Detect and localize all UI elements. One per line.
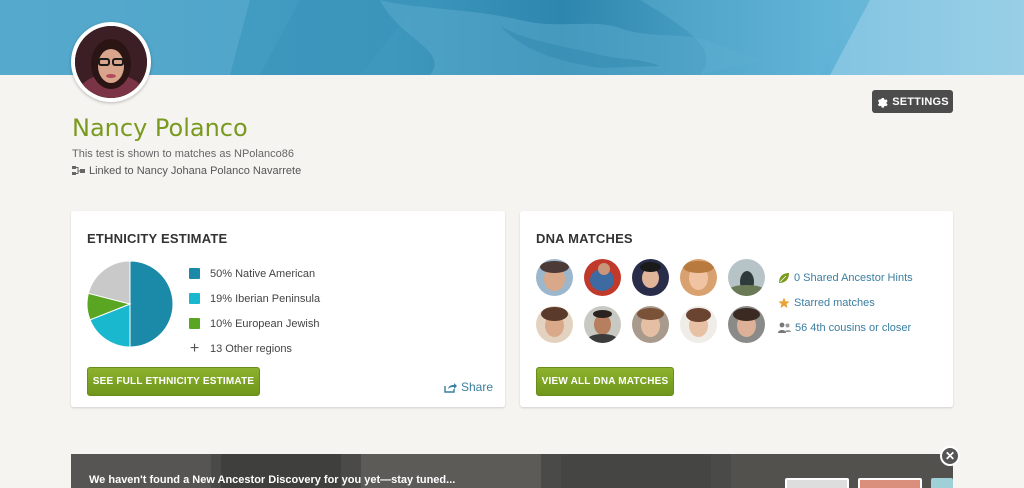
people-icon xyxy=(778,322,791,333)
linked-tree-text[interactable]: Linked to Nancy Johana Polanco Navarrete xyxy=(89,165,301,177)
ethnicity-pie-chart[interactable] xyxy=(86,260,174,348)
starred-matches-link[interactable]: Starred matches xyxy=(778,290,913,315)
match-avatar[interactable] xyxy=(632,259,669,296)
dna-matches-card: DNA MATCHES 0 Shared Ancestor Hints Star… xyxy=(520,211,953,407)
plus-icon: + xyxy=(189,340,200,357)
ethnicity-item[interactable]: 19% Iberian Peninsula xyxy=(189,286,320,311)
ethnicity-card: ETHNICITY ESTIMATE 50% Native American 1… xyxy=(71,211,505,407)
discovery-thumbnail xyxy=(785,478,849,488)
dna-matches-title: DNA MATCHES xyxy=(536,231,633,246)
match-filter-links: 0 Shared Ancestor Hints Starred matches … xyxy=(778,265,913,340)
discovery-thumbnail xyxy=(931,478,953,488)
settings-button[interactable]: SETTINGS xyxy=(872,90,953,113)
profile-avatar[interactable] xyxy=(71,22,151,102)
other-regions-label: 13 Other regions xyxy=(210,342,292,355)
view-all-dna-matches-label: VIEW ALL DNA MATCHES xyxy=(541,376,669,387)
ancestor-discovery-banner: We haven't found a New Ancestor Discover… xyxy=(71,454,953,488)
fourth-cousins-label: 56 4th cousins or closer xyxy=(795,321,912,334)
linked-tree-row[interactable]: Linked to Nancy Johana Polanco Navarrete xyxy=(72,165,301,177)
share-icon xyxy=(444,382,457,393)
match-avatar[interactable] xyxy=(584,259,621,296)
match-avatar[interactable] xyxy=(728,259,765,296)
shown-as-text: This test is shown to matches as NPolanc… xyxy=(72,148,294,160)
ethnicity-label: 19% Iberian Peninsula xyxy=(210,292,321,305)
shared-ancestor-hints-link[interactable]: 0 Shared Ancestor Hints xyxy=(778,265,913,290)
ethnicity-item[interactable]: 50% Native American xyxy=(189,261,320,286)
gear-icon xyxy=(878,97,888,108)
ethnicity-label: 50% Native American xyxy=(210,267,316,280)
fourth-cousins-link[interactable]: 56 4th cousins or closer xyxy=(778,315,913,340)
profile-name: Nancy Polanco xyxy=(72,114,248,142)
see-full-ethnicity-button[interactable]: SEE FULL ETHNICITY ESTIMATE xyxy=(87,367,260,396)
share-link[interactable]: Share xyxy=(444,380,493,394)
header-map-banner xyxy=(0,0,1024,75)
match-avatar[interactable] xyxy=(536,259,573,296)
match-avatar[interactable] xyxy=(536,306,573,343)
share-label: Share xyxy=(460,380,493,394)
discovery-message: We haven't found a New Ancestor Discover… xyxy=(89,474,456,486)
match-avatar[interactable] xyxy=(680,306,717,343)
starred-matches-label: Starred matches xyxy=(794,296,875,309)
match-avatar[interactable] xyxy=(584,306,621,343)
leaf-icon xyxy=(779,272,789,283)
star-icon xyxy=(778,297,790,308)
settings-label: SETTINGS xyxy=(892,95,949,108)
view-all-dna-matches-button[interactable]: VIEW ALL DNA MATCHES xyxy=(536,367,674,396)
see-full-ethnicity-label: SEE FULL ETHNICITY ESTIMATE xyxy=(92,376,255,387)
ethnicity-title: ETHNICITY ESTIMATE xyxy=(87,231,228,246)
ethnicity-legend: 50% Native American 19% Iberian Peninsul… xyxy=(189,261,320,361)
match-avatars xyxy=(536,259,765,343)
shared-ancestor-hints-label: 0 Shared Ancestor Hints xyxy=(794,271,913,284)
swatch-iberian xyxy=(189,293,200,304)
match-avatar[interactable] xyxy=(632,306,669,343)
match-avatar[interactable] xyxy=(728,306,765,343)
close-icon[interactable]: ✕ xyxy=(940,446,960,466)
pie-slice-0[interactable] xyxy=(129,260,174,348)
match-avatar[interactable] xyxy=(680,259,717,296)
ethnicity-item[interactable]: 10% European Jewish xyxy=(189,311,320,336)
tree-link-icon xyxy=(72,166,85,175)
other-regions-item[interactable]: + 13 Other regions xyxy=(189,336,320,361)
swatch-native-american xyxy=(189,268,200,279)
ethnicity-label: 10% European Jewish xyxy=(210,317,320,330)
discovery-thumbnail xyxy=(858,478,922,488)
swatch-european-jewish xyxy=(189,318,200,329)
